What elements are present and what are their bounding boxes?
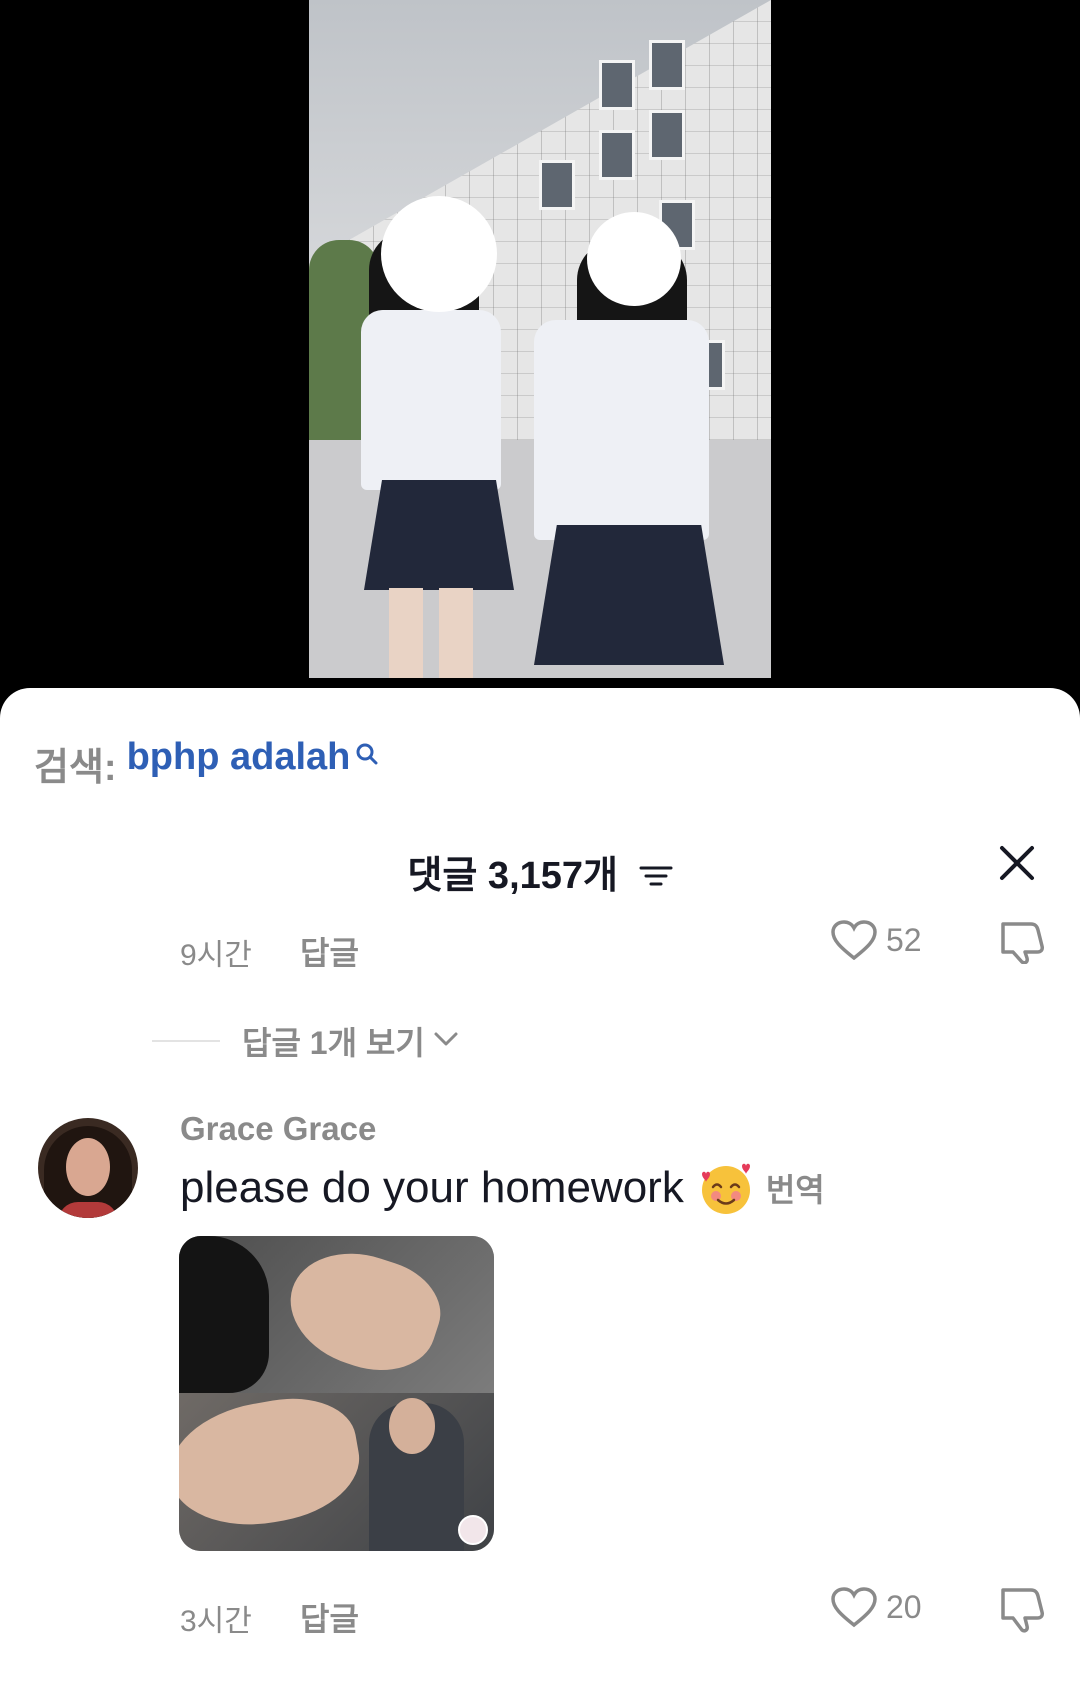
previous-comment-meta: 9시간 답글 52 [180, 920, 1050, 972]
video-window [599, 60, 635, 110]
image-figure [179, 1236, 269, 1393]
search-suggestion[interactable]: 검색: bphp adalah [34, 736, 380, 791]
comment-username[interactable]: Grace Grace [180, 1110, 376, 1148]
video-person-shirt [361, 310, 501, 490]
comment-time: 3시간 [180, 1605, 252, 1638]
divider-line [152, 1040, 220, 1042]
reply-button[interactable]: 답글 [300, 928, 359, 974]
sort-filter-icon[interactable] [639, 856, 673, 899]
video-player[interactable] [0, 0, 1080, 690]
avatar-face [66, 1138, 110, 1196]
comment-attached-image[interactable] [179, 1236, 494, 1551]
close-icon[interactable] [992, 838, 1042, 888]
search-term-link[interactable]: bphp adalah [127, 736, 351, 779]
video-person-leg [389, 588, 423, 678]
reply-button[interactable]: 답글 [300, 1594, 359, 1640]
comments-sheet: 검색: bphp adalah 댓글 3,157개 9시간 답글 52 답글 1… [0, 688, 1080, 1682]
like-button[interactable]: 20 [830, 1586, 922, 1628]
like-button[interactable]: 52 [830, 920, 922, 960]
image-hand [179, 1387, 368, 1539]
video-person-skirt [534, 525, 724, 665]
heart-icon [831, 920, 877, 960]
comments-title: 댓글 3,157개 [0, 844, 1080, 899]
search-prefix: 검색: [34, 747, 117, 789]
view-replies-label: 답글 1개 보기 [242, 1025, 425, 1061]
video-window [649, 40, 685, 90]
video-face-blur [587, 212, 681, 306]
sticker-badge-icon [458, 1515, 488, 1545]
avatar-shirt [58, 1202, 118, 1218]
dislike-icon[interactable] [995, 1586, 1047, 1639]
avatar[interactable] [38, 1118, 138, 1218]
like-count: 52 [886, 921, 922, 958]
smiling-face-with-hearts-icon [698, 1160, 754, 1216]
search-icon [354, 734, 380, 777]
comments-count: 댓글 3,157개 [407, 855, 618, 897]
comment-text: please do your homework [180, 1163, 684, 1212]
chevron-down-icon [433, 1029, 459, 1054]
video-window [599, 130, 635, 180]
comment-time: 9시간 [180, 939, 252, 972]
image-panel-top [179, 1236, 494, 1393]
video-window [649, 110, 685, 160]
translate-button[interactable]: 번역 [766, 1165, 825, 1211]
image-hand [275, 1236, 453, 1387]
heart-icon [831, 1587, 877, 1628]
video-person-leg [439, 588, 473, 678]
video-face-blur [381, 196, 497, 312]
comment-meta: 3시간 답글 20 [180, 1586, 1050, 1646]
video-person-shirt [534, 320, 709, 540]
view-replies-button[interactable]: 답글 1개 보기 [152, 1018, 459, 1064]
dislike-icon[interactable] [995, 920, 1047, 969]
like-count: 20 [886, 1588, 922, 1625]
comments-header: 댓글 3,157개 [0, 838, 1080, 898]
comment-body: please do your homework 번역 [180, 1160, 825, 1216]
video-window [539, 160, 575, 210]
video-person-skirt [364, 480, 514, 590]
video-frame[interactable] [309, 0, 771, 678]
image-face [389, 1398, 435, 1454]
image-panel-bottom [179, 1387, 494, 1551]
